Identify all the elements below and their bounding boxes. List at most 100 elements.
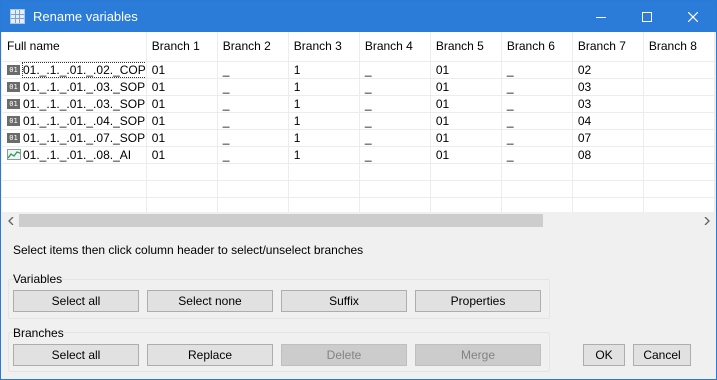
scroll-right-button[interactable] — [698, 212, 715, 229]
table-row[interactable]: 01._.1._.01._.08._AI 01 _ 1 _ 01 _ 08 — [2, 146, 715, 164]
branch-cell[interactable]: _ — [359, 146, 431, 164]
branch-cell[interactable]: _ — [217, 78, 289, 96]
branch-cell[interactable]: _ — [501, 61, 573, 79]
variables-table: Full name Branch 1 Branch 2 Branch 3 Bra… — [2, 32, 715, 212]
branch-cell[interactable]: 01 — [430, 95, 502, 113]
branch-cell[interactable]: 01 — [430, 112, 502, 130]
full-name-cell[interactable]: 01 01._.1._.01._.04._SOP — [2, 112, 147, 130]
ok-button[interactable]: OK — [583, 344, 625, 366]
column-header-full-name[interactable]: Full name — [2, 32, 147, 62]
maximize-button[interactable] — [624, 1, 670, 32]
column-header-branch-1[interactable]: Branch 1 — [146, 32, 218, 62]
table-row[interactable]: 01 01._.1._.01._.03._SOP 01 _ 1 _ 01 _ 03 — [2, 95, 715, 113]
column-header-branch-8[interactable]: Branch 8 — [643, 32, 715, 62]
branch-cell[interactable] — [643, 78, 715, 96]
variable-icon: 01 — [7, 64, 20, 75]
branch-cell[interactable]: _ — [359, 61, 431, 79]
branch-cell[interactable]: 01 — [146, 146, 218, 164]
column-header-branch-6[interactable]: Branch 6 — [501, 32, 573, 62]
branch-cell[interactable]: 1 — [288, 95, 360, 113]
variable-name: 01._.1._.01._.03._SOP — [23, 79, 146, 94]
column-header-row: Full name Branch 1 Branch 2 Branch 3 Bra… — [2, 32, 715, 62]
table-row[interactable]: 01 01._.1._.01._.03._SOP 01 _ 1 _ 01 _ 03 — [2, 78, 715, 96]
branch-cell[interactable] — [643, 95, 715, 113]
branch-cell[interactable]: 01 — [146, 129, 218, 147]
branch-cell[interactable]: _ — [359, 129, 431, 147]
branch-cell[interactable]: _ — [501, 95, 573, 113]
column-header-branch-4[interactable]: Branch 4 — [359, 32, 431, 62]
branch-cell[interactable]: _ — [359, 78, 431, 96]
branch-cell[interactable] — [643, 112, 715, 130]
branches-group-label: Branches — [13, 326, 64, 340]
column-header-branch-2[interactable]: Branch 2 — [217, 32, 289, 62]
column-header-branch-3[interactable]: Branch 3 — [288, 32, 360, 62]
branch-cell[interactable]: _ — [217, 95, 289, 113]
branch-cell[interactable]: _ — [217, 112, 289, 130]
full-name-cell[interactable]: 01 01._.1._.01._.03._SOP — [2, 95, 147, 113]
branch-cell[interactable]: 07 — [572, 129, 644, 147]
title-bar[interactable]: Rename variables — [1, 1, 716, 32]
minimize-button[interactable] — [578, 1, 624, 32]
chevron-left-icon — [7, 216, 13, 225]
branch-cell[interactable]: 04 — [572, 112, 644, 130]
branch-cell[interactable]: 1 — [288, 61, 360, 79]
replace-button[interactable]: Replace — [147, 344, 273, 366]
variable-name: 01._.1._.01._.03._SOP — [23, 96, 146, 111]
grid-viewport: Full name Branch 1 Branch 2 Branch 3 Bra… — [2, 32, 715, 212]
branch-cell[interactable]: 1 — [288, 78, 360, 96]
branch-cell[interactable]: 01 — [146, 78, 218, 96]
branch-cell[interactable]: _ — [217, 146, 289, 164]
branch-cell[interactable] — [643, 61, 715, 79]
minimize-icon — [596, 16, 606, 18]
branch-cell[interactable]: 01 — [146, 95, 218, 113]
branch-cell[interactable]: 1 — [288, 146, 360, 164]
branch-cell[interactable]: 03 — [572, 78, 644, 96]
full-name-cell[interactable]: 01._.1._.01._.08._AI — [2, 146, 147, 164]
properties-button[interactable]: Properties — [415, 290, 541, 312]
table-row[interactable]: 01 01._.1._.01._.02._COP 01 _ 1 _ 01 _ 02 — [2, 61, 715, 79]
variable-name: 01._.1._.01._.02._COP — [22, 61, 146, 77]
suffix-button[interactable]: Suffix — [281, 290, 407, 312]
branch-cell[interactable]: 02 — [572, 61, 644, 79]
branch-cell[interactable]: _ — [501, 129, 573, 147]
branch-cell[interactable]: 01 — [430, 78, 502, 96]
scrollbar-thumb[interactable] — [19, 214, 543, 227]
branch-cell[interactable]: _ — [501, 146, 573, 164]
branch-cell[interactable]: _ — [359, 112, 431, 130]
table-row[interactable]: 01 01._.1._.01._.07._SOP 01 _ 1 _ 01 _ 07 — [2, 129, 715, 147]
column-header-branch-5[interactable]: Branch 5 — [430, 32, 502, 62]
merge-button[interactable]: Merge — [415, 344, 541, 366]
variables-select-none-button[interactable]: Select none — [147, 290, 273, 312]
branch-cell[interactable]: 01 — [146, 61, 218, 79]
variables-grid: Full name Branch 1 Branch 2 Branch 3 Bra… — [2, 32, 715, 229]
branch-cell[interactable]: 08 — [572, 146, 644, 164]
full-name-cell[interactable]: 01 01._.1._.01._.03._SOP — [2, 78, 147, 96]
branch-cell[interactable]: _ — [501, 112, 573, 130]
scroll-left-button[interactable] — [2, 212, 19, 229]
variable-icon: 01 — [7, 115, 20, 126]
branch-cell[interactable]: 03 — [572, 95, 644, 113]
branches-select-all-button[interactable]: Select all — [13, 344, 139, 366]
variables-select-all-button[interactable]: Select all — [13, 290, 139, 312]
column-header-branch-7[interactable]: Branch 7 — [572, 32, 644, 62]
branch-cell[interactable]: _ — [217, 129, 289, 147]
branch-cell[interactable]: 1 — [288, 112, 360, 130]
horizontal-scrollbar[interactable] — [2, 212, 715, 229]
branch-cell[interactable] — [643, 129, 715, 147]
table-row[interactable]: 01 01._.1._.01._.04._SOP 01 _ 1 _ 01 _ 04 — [2, 112, 715, 130]
instruction-text: Select items then click column header to… — [13, 243, 364, 257]
delete-button[interactable]: Delete — [281, 344, 407, 366]
branch-cell[interactable]: 01 — [430, 129, 502, 147]
branch-cell[interactable]: 01 — [430, 61, 502, 79]
branch-cell[interactable]: 01 — [430, 146, 502, 164]
cancel-button[interactable]: Cancel — [633, 344, 691, 366]
branch-cell[interactable]: _ — [501, 78, 573, 96]
branch-cell[interactable]: 1 — [288, 129, 360, 147]
full-name-cell[interactable]: 01 01._.1._.01._.02._COP — [2, 61, 147, 79]
branch-cell[interactable] — [643, 146, 715, 164]
branch-cell[interactable]: _ — [359, 95, 431, 113]
full-name-cell[interactable]: 01 01._.1._.01._.07._SOP — [2, 129, 147, 147]
branch-cell[interactable]: 01 — [146, 112, 218, 130]
close-button[interactable] — [670, 1, 716, 32]
branch-cell[interactable]: _ — [217, 61, 289, 79]
